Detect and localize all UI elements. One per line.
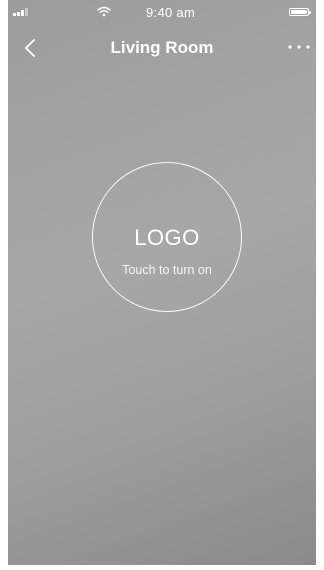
app-screen: 9:40 am Living Room LOGO Touch to turn o… bbox=[8, 0, 316, 565]
page-title: Living Room bbox=[110, 38, 214, 57]
power-toggle-button[interactable]: LOGO Touch to turn on bbox=[92, 162, 242, 312]
nav-bar: Living Room bbox=[8, 30, 316, 66]
status-bar: 9:40 am bbox=[8, 0, 316, 22]
wifi-icon bbox=[97, 6, 111, 17]
touch-hint: Touch to turn on bbox=[122, 263, 212, 277]
logo-text: LOGO bbox=[134, 225, 200, 250]
battery-icon bbox=[289, 8, 311, 16]
signal-icon bbox=[13, 8, 28, 16]
more-horizontal-icon[interactable] bbox=[286, 40, 312, 54]
status-time: 9:40 am bbox=[146, 5, 196, 20]
